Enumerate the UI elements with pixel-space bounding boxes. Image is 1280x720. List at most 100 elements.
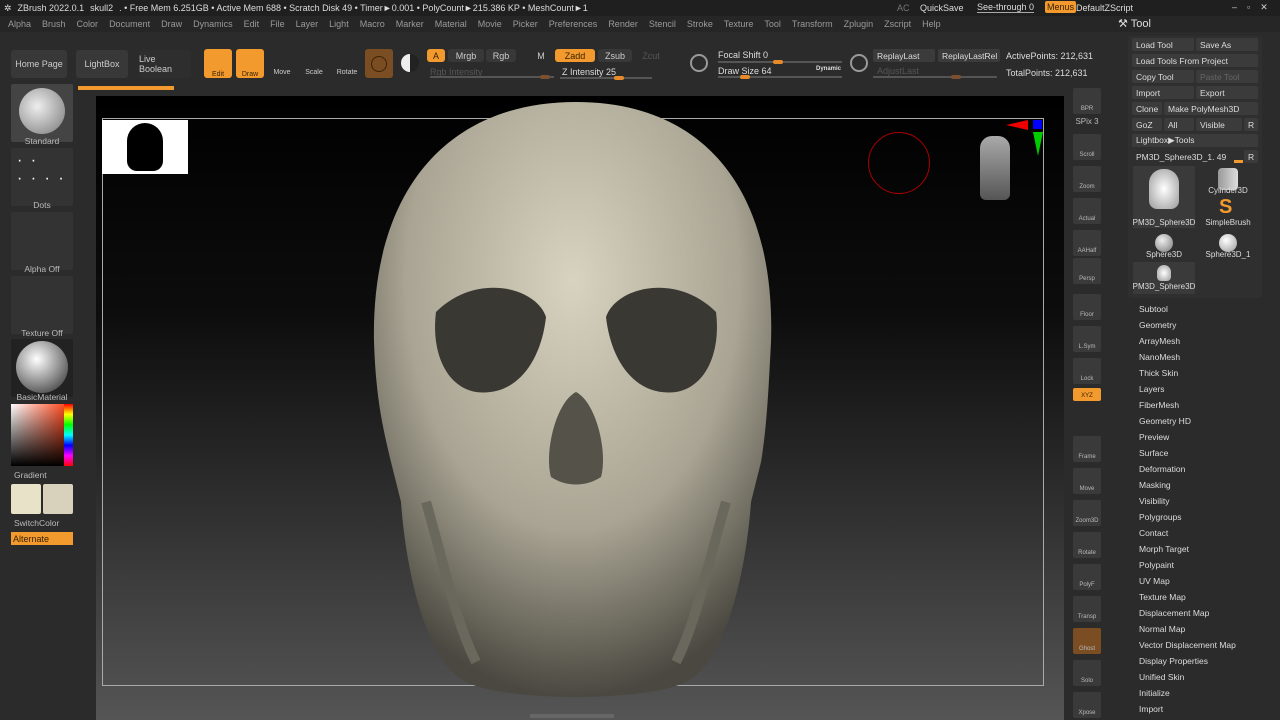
menu-layer[interactable]: Layer [296,19,319,29]
home-page-button[interactable]: Home Page [11,50,67,78]
menu-marker[interactable]: Marker [396,19,424,29]
subpalette-displacement-map[interactable]: Displacement Map [1139,608,1209,618]
subpalette-geometry[interactable]: Geometry [1139,320,1176,330]
tool-thumb-label[interactable]: Sphere3D [1132,250,1196,259]
replay-last-button[interactable]: ReplayLast [873,49,935,62]
menu-stroke[interactable]: Stroke [687,19,713,29]
load-tool-button[interactable]: Load Tool [1132,38,1194,51]
canvas-scrollbar[interactable] [530,714,614,718]
dynamic-toggle[interactable]: Dynamic [816,66,841,72]
scale-button[interactable]: Scale [302,52,326,76]
shelf-ghost-button[interactable]: Ghost [1073,628,1101,654]
subpalette-unified-skin[interactable]: Unified Skin [1139,672,1184,682]
subpalette-normal-map[interactable]: Normal Map [1139,624,1185,634]
subpalette-surface[interactable]: Surface [1139,448,1168,458]
switch-color-button[interactable]: SwitchColor [14,518,59,528]
rgb-intensity-slider[interactable] [430,75,554,79]
shelf-actual-button[interactable]: Actual [1073,198,1101,224]
subpalette-polypaint[interactable]: Polypaint [1139,560,1174,570]
menu-alpha[interactable]: Alpha [8,19,31,29]
shelf-xpose-button[interactable]: Xpose [1073,692,1101,718]
color-mode-icon[interactable] [401,54,419,72]
shelf-l-sym-button[interactable]: L.Sym [1073,326,1101,352]
draw-size-slider[interactable] [718,75,842,79]
load-tools-from-project-button[interactable]: Load Tools From Project [1132,54,1258,67]
replay-last-rel-button[interactable]: ReplayLastRel [938,49,1000,62]
menu-preferences[interactable]: Preferences [549,19,598,29]
menu-help[interactable]: Help [922,19,941,29]
alternate-button[interactable]: Alternate [11,532,73,545]
stroke-s-icon[interactable] [690,54,708,72]
tool-thumb-label[interactable]: Cylinder3D [1196,186,1260,195]
shelf-persp-button[interactable]: Persp [1073,258,1101,284]
shelf-frame-button[interactable]: Frame [1073,436,1101,462]
shelf-transp-button[interactable]: Transp [1073,596,1101,622]
alpha-button[interactable] [11,212,73,270]
make-polymesh-button[interactable]: Make PolyMesh3D [1164,102,1258,115]
shelf-zoom-button[interactable]: Zoom [1073,166,1101,192]
tool-thumb-label[interactable]: SimpleBrush [1196,218,1260,227]
subpalette-visibility[interactable]: Visibility [1139,496,1170,506]
paste-tool-button[interactable]: Paste Tool [1196,70,1258,83]
zcut-button[interactable]: Zcut [636,49,666,62]
live-boolean-button[interactable]: Live Boolean [139,50,191,78]
a-button[interactable]: A [427,49,445,62]
brush-button[interactable] [11,84,73,142]
import-button[interactable]: Import [1132,86,1194,99]
r-refresh-button[interactable]: R [1244,150,1258,163]
shelf-floor-button[interactable]: Floor [1073,294,1101,320]
subpalette-masking[interactable]: Masking [1139,480,1171,490]
quicksave-button[interactable]: QuickSave [920,3,964,13]
menu-color[interactable]: Color [77,19,99,29]
shelf-xyz-button[interactable]: XYZ [1073,388,1101,401]
subpalette-subtool[interactable]: Subtool [1139,304,1168,314]
lightbox-tools-button[interactable]: Lightbox▶Tools [1132,134,1258,147]
main-color-swatch[interactable] [11,484,41,514]
skull-model[interactable] [366,102,786,702]
menu-brush[interactable]: Brush [42,19,66,29]
menu-file[interactable]: File [270,19,285,29]
shelf-aahalf-button[interactable]: AAHalf [1073,230,1101,256]
subpalette-import[interactable]: Import [1139,704,1163,714]
window-controls[interactable]: –▫✕ [1232,2,1278,13]
focal-shift-slider[interactable] [718,60,842,64]
navigator-thumbnail[interactable] [102,120,188,174]
menu-render[interactable]: Render [608,19,638,29]
draw-button[interactable]: Draw [236,49,264,78]
menu-zscript[interactable]: Zscript [884,19,911,29]
menu-transform[interactable]: Transform [792,19,833,29]
current-tool-slider[interactable]: PM3D_Sphere3D_1. 49 [1132,150,1242,163]
rgb-button[interactable]: Rgb [486,49,516,62]
menu-light[interactable]: Light [329,19,349,29]
see-through-slider[interactable]: See-through 0 [977,2,1035,13]
shelf-solo-button[interactable]: Solo [1073,660,1101,686]
z-intensity-slider[interactable] [560,76,652,80]
texture-button[interactable] [11,276,73,334]
menu-zplugin[interactable]: Zplugin [844,19,874,29]
tool-thumb-label[interactable]: Sphere3D_1 [1196,250,1260,259]
subpalette-deformation[interactable]: Deformation [1139,464,1185,474]
shelf-lock-button[interactable]: Lock [1073,358,1101,384]
subpalette-arraymesh[interactable]: ArrayMesh [1139,336,1180,346]
menu-movie[interactable]: Movie [478,19,502,29]
menus-button[interactable]: Menus [1045,1,1077,13]
zadd-button[interactable]: Zadd [555,49,595,62]
hue-strip[interactable] [64,404,73,466]
subpalette-geometry-hd[interactable]: Geometry HD [1139,416,1191,426]
document-canvas[interactable] [96,96,1064,720]
shelf-bpr-button[interactable]: BPR [1073,88,1101,114]
stroke-button[interactable]: · · · · · · [11,148,73,206]
goz-button[interactable]: GoZ [1132,118,1162,131]
orientation-head-icon[interactable] [980,136,1010,200]
subpalette-preview[interactable]: Preview [1139,432,1169,442]
menu-edit[interactable]: Edit [244,19,260,29]
adjust-last-slider[interactable] [873,75,997,79]
m-button[interactable]: M [530,49,552,62]
stroke-d-icon[interactable] [850,54,868,72]
shelf-rotate-button[interactable]: Rotate [1073,532,1101,558]
subpalette-morph-target[interactable]: Morph Target [1139,544,1189,554]
subpalette-fibermesh[interactable]: FiberMesh [1139,400,1179,410]
shelf-zoom3d-button[interactable]: Zoom3D [1073,500,1101,526]
simplebrush-icon[interactable]: S [1219,196,1232,219]
export-button[interactable]: Export [1196,86,1258,99]
